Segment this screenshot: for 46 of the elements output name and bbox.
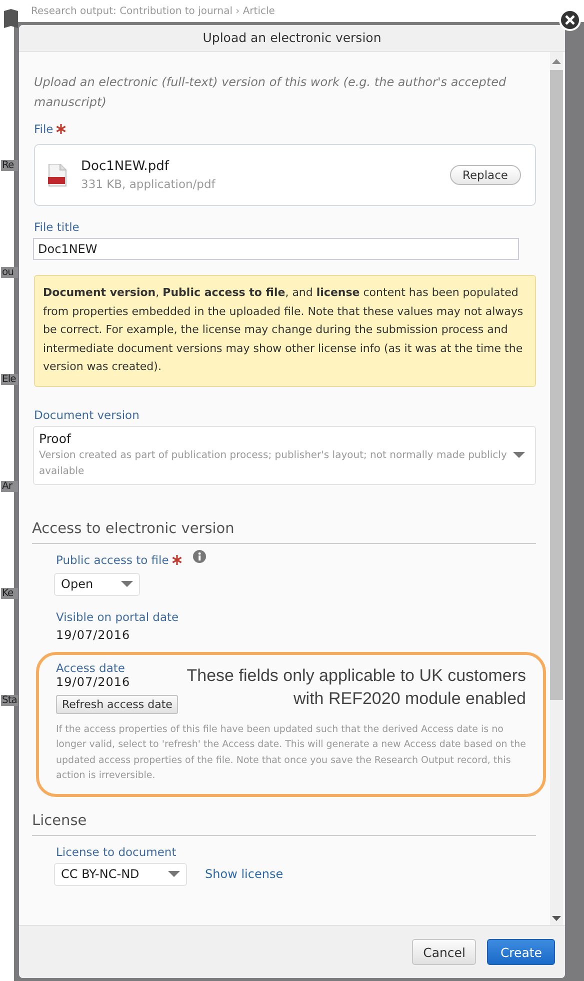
edge-text: Re bbox=[1, 160, 18, 171]
section-heading: License bbox=[32, 812, 536, 836]
option-description: Version created as part of publication process; publisher's layout; not normally made publicly available bbox=[39, 448, 508, 478]
field-label: File bbox=[34, 122, 54, 136]
field-label: Document version bbox=[34, 408, 140, 422]
select-value: Proof bbox=[39, 430, 72, 446]
document-version-select[interactable]: Proof Version created as part of publication process; publisher's layout; not normally made publicly available bbox=[33, 426, 536, 484]
caret-icon bbox=[121, 581, 133, 587]
license-select[interactable]: CC BY-NC-ND bbox=[54, 862, 187, 886]
edge-text: Ele bbox=[1, 374, 18, 385]
page-title: Research output: Contribution to journal › Article bbox=[31, 6, 275, 17]
access-select[interactable]: Open bbox=[54, 572, 140, 596]
caret-icon bbox=[168, 871, 180, 877]
edge-text: Ar bbox=[1, 481, 18, 492]
scroll-up-icon bbox=[552, 59, 561, 64]
cancel-button[interactable]: Cancel bbox=[412, 939, 476, 965]
annotation-text: These fields only applicable to UK customers with REF2020 module enabled bbox=[186, 664, 526, 710]
date-value: 19/07/2016 bbox=[56, 674, 132, 688]
scroll-down-icon bbox=[552, 916, 561, 921]
scroll-thumb[interactable] bbox=[550, 70, 563, 700]
dialog-title: Upload an electronic version bbox=[19, 25, 565, 52]
date-value: 19/07/2016 bbox=[56, 628, 132, 642]
field-label: Public access to file bbox=[56, 552, 169, 566]
scrollbar[interactable] bbox=[550, 52, 563, 925]
intro-text: Upload an electronic (full-text) version of this work (e.g. the author's accepted manuscript) bbox=[34, 74, 508, 111]
show-license-link[interactable]: Show license bbox=[205, 867, 284, 881]
caret-icon bbox=[513, 452, 525, 458]
field-label: File title bbox=[34, 220, 80, 234]
create-button[interactable]: Create bbox=[487, 939, 555, 965]
info-icon bbox=[192, 550, 206, 563]
field-label: Visible on portal date bbox=[56, 610, 179, 624]
file-title-input[interactable]: Doc1NEW bbox=[33, 238, 519, 260]
field-label: License to document bbox=[56, 844, 176, 858]
file-details: 331 KB, application/pdf bbox=[81, 177, 216, 191]
refresh-access-date-button[interactable]: Refresh access date bbox=[56, 694, 178, 714]
pdf-file-icon bbox=[48, 164, 67, 186]
section-heading: Access to electronic version bbox=[32, 520, 536, 544]
edge-text: ou bbox=[1, 267, 18, 278]
edge-text: Ke bbox=[1, 588, 18, 599]
field-label: Access date bbox=[56, 660, 125, 674]
close-icon[interactable] bbox=[559, 9, 581, 31]
replace-button[interactable]: Replace bbox=[450, 165, 521, 185]
file-name: Doc1NEW.pdf bbox=[81, 159, 170, 174]
notice-text: Document version, Public access to file, and license content has been populated from properties embedded in the uploaded file. Note that these values may not always be correct. For example, the license may change during the submission process and intermediate document versions may show other license info (as it was at the time the version was created). bbox=[34, 275, 536, 386]
edge-text: Sta bbox=[1, 695, 18, 706]
help-text: If the access properties of this file have been updated such that the derived Access date is no longer valid, select to 'refresh' the Access date. This will generate a new Access date based on the updated access properties of the file. Note that once you save the Research Output record, this action is irreversible. bbox=[56, 722, 526, 783]
